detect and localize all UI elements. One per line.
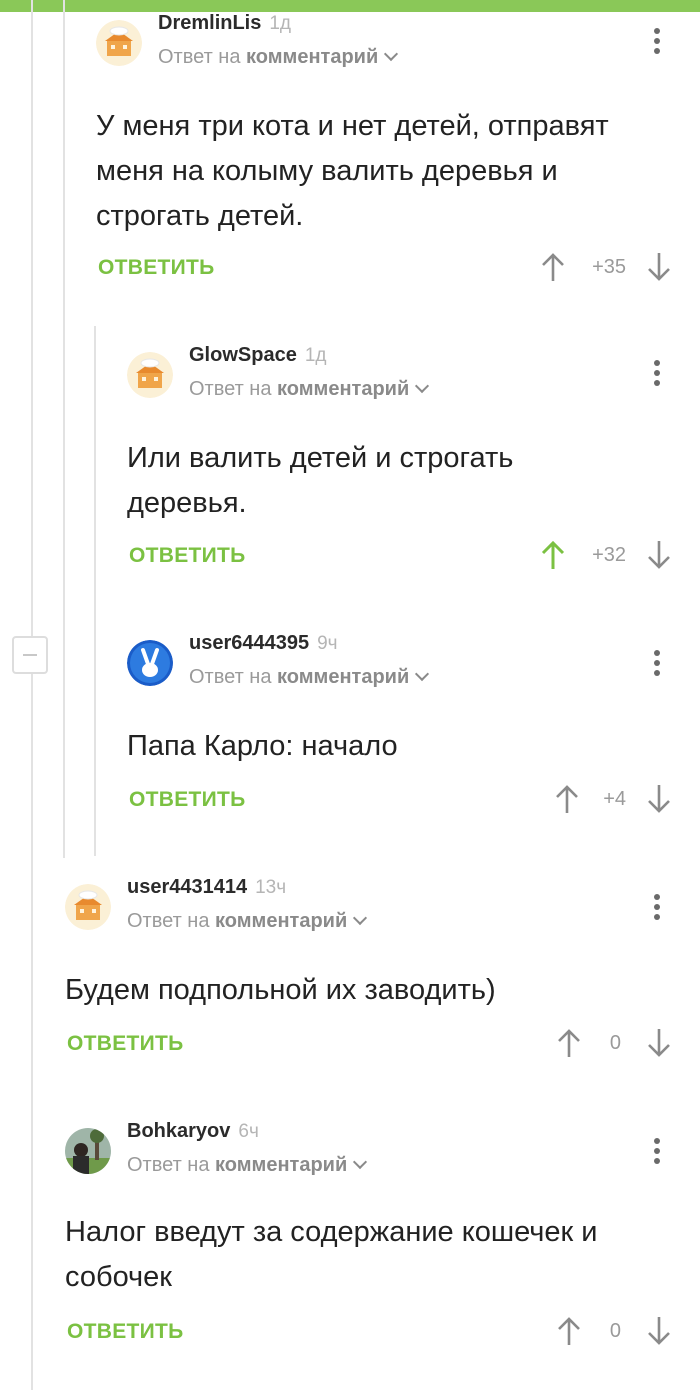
chevron-down-icon [384, 46, 399, 62]
more-options-icon[interactable] [654, 894, 660, 924]
comment-score: +32 [592, 544, 626, 566]
reply-to-link[interactable]: Ответ на комментарий [158, 46, 399, 69]
comment-author[interactable]: user4431414 13ч [127, 876, 286, 899]
chevron-down-icon [415, 378, 430, 394]
upvote-icon[interactable] [554, 784, 580, 814]
comment-age: 9ч [317, 633, 338, 654]
chevron-down-icon [415, 666, 430, 682]
reply-to-link[interactable]: Ответ на комментарий [189, 666, 430, 689]
chevron-down-icon [353, 910, 368, 926]
thread-line [63, 0, 65, 858]
default-avatar-icon[interactable] [127, 352, 173, 398]
reply-to-link[interactable]: Ответ на комментарий [127, 910, 368, 933]
upvote-icon[interactable] [540, 252, 566, 282]
comment-author[interactable]: Bohkaryov 6ч [127, 1120, 259, 1143]
comment-age: 1д [304, 345, 327, 366]
downvote-icon[interactable] [646, 540, 672, 570]
more-options-icon[interactable] [654, 28, 660, 58]
comment-score: +4 [603, 788, 626, 810]
comment-score: 0 [609, 1032, 621, 1054]
comment-text: Будем подпольной их заводить) [65, 974, 496, 1006]
default-avatar-icon[interactable] [65, 884, 111, 930]
collapse-thread-button[interactable] [12, 636, 48, 674]
comment-age: 6ч [238, 1121, 259, 1142]
comment-text: Налог введут за содержание кошечек и собо… [65, 1216, 598, 1293]
comment-text: Или валить детей и строгать деревья. [127, 442, 514, 519]
comment-score: +35 [592, 256, 626, 278]
upvote-icon[interactable] [540, 540, 566, 570]
more-options-icon[interactable] [654, 1138, 660, 1168]
victory-hand-avatar-icon[interactable] [127, 640, 173, 686]
more-options-icon[interactable] [654, 650, 660, 680]
comment-age: 13ч [255, 877, 287, 898]
thread-line [94, 326, 96, 856]
comment-age: 1д [269, 13, 292, 34]
comment-text: Папа Карло: начало [127, 730, 398, 762]
comment-author[interactable]: DremlinLis 1д [158, 12, 291, 35]
more-options-icon[interactable] [654, 360, 660, 390]
thread-line [31, 0, 33, 636]
reply-button[interactable]: ОТВЕТИТЬ [129, 788, 246, 812]
reply-button[interactable]: ОТВЕТИТЬ [98, 256, 215, 280]
downvote-icon[interactable] [646, 1028, 672, 1058]
photo-avatar-icon[interactable] [65, 1128, 111, 1174]
reply-button[interactable]: ОТВЕТИТЬ [67, 1320, 184, 1344]
comment-author[interactable]: GlowSpace 1д [189, 344, 326, 367]
reply-to-link[interactable]: Ответ на комментарий [127, 1154, 368, 1177]
chevron-down-icon [353, 1154, 368, 1170]
reply-to-link[interactable]: Ответ на комментарий [189, 378, 430, 401]
downvote-icon[interactable] [646, 252, 672, 282]
status-bar [0, 0, 700, 12]
default-avatar-icon[interactable] [96, 20, 142, 66]
thread-line [31, 674, 33, 1390]
comment-text: У меня три кота и нет детей, отправят мен… [96, 110, 609, 232]
downvote-icon[interactable] [646, 1316, 672, 1346]
comment-score: 0 [609, 1320, 621, 1342]
downvote-icon[interactable] [646, 784, 672, 814]
reply-button[interactable]: ОТВЕТИТЬ [129, 544, 246, 568]
reply-button[interactable]: ОТВЕТИТЬ [67, 1032, 184, 1056]
comment-author[interactable]: user6444395 9ч [189, 632, 338, 655]
